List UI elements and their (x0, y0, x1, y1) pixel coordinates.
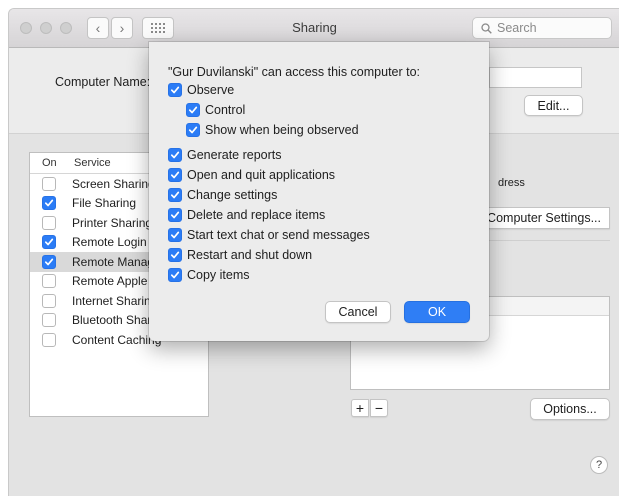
service-checkbox[interactable] (42, 176, 56, 191)
permission-label: Open and quit applications (187, 168, 336, 182)
computer-name-label: Computer Name: (55, 75, 151, 89)
permission-label: Copy items (187, 268, 250, 282)
permission-label: Delete and replace items (187, 208, 326, 222)
service-checkbox[interactable] (42, 332, 56, 347)
permission-checkbox[interactable] (168, 188, 182, 202)
column-header-service: Service (74, 157, 111, 169)
service-checkbox[interactable] (42, 293, 56, 308)
permission-checkbox[interactable] (186, 123, 200, 137)
permission-label: Observe (187, 83, 235, 97)
permission-option[interactable]: Delete and replace items (168, 208, 325, 222)
permission-option[interactable]: Restart and shut down (168, 248, 312, 262)
permission-option[interactable]: Control (186, 103, 245, 117)
computer-settings-button[interactable]: Computer Settings... (477, 207, 610, 229)
permission-option[interactable]: Copy items (168, 268, 250, 282)
service-checkbox[interactable] (42, 235, 56, 250)
service-label: Internet Sharing (72, 293, 158, 308)
search-field[interactable]: Search (472, 17, 612, 39)
permission-checkbox[interactable] (168, 83, 182, 97)
permission-checkbox[interactable] (168, 268, 182, 282)
service-label: File Sharing (72, 196, 137, 211)
permission-label: Restart and shut down (187, 248, 313, 262)
permission-checkbox[interactable] (168, 148, 182, 162)
permission-option[interactable]: Observe (168, 83, 234, 97)
cancel-button[interactable]: Cancel (325, 301, 391, 323)
permission-checkbox[interactable] (168, 208, 182, 222)
permission-option[interactable]: Show when being observed (186, 123, 359, 137)
permission-label: Show when being observed (205, 123, 359, 137)
remove-user-button[interactable]: − (370, 399, 388, 417)
sheet-heading: "Gur Duvilanski" can access this compute… (168, 65, 421, 79)
permission-label: Change settings (187, 188, 278, 202)
options-button[interactable]: Options... (530, 398, 610, 420)
search-icon (481, 22, 492, 34)
service-checkbox[interactable] (42, 313, 56, 328)
service-label: Content Caching (72, 332, 162, 347)
service-checkbox[interactable] (42, 196, 56, 211)
address-text: dress (498, 177, 525, 189)
permission-option[interactable]: Open and quit applications (168, 168, 335, 182)
computer-name-field[interactable] (489, 67, 582, 88)
service-checkbox[interactable] (42, 274, 56, 289)
permission-label: Generate reports (187, 148, 282, 162)
permission-checkbox[interactable] (168, 248, 182, 262)
help-button[interactable]: ? (590, 456, 608, 474)
service-checkbox[interactable] (42, 254, 56, 269)
permission-option[interactable]: Start text chat or send messages (168, 228, 370, 242)
panel-divider (477, 240, 610, 241)
edit-button[interactable]: Edit... (524, 95, 583, 116)
service-label: Remote Login (72, 235, 147, 250)
permission-checkbox[interactable] (186, 103, 200, 117)
permission-option[interactable]: Change settings (168, 188, 277, 202)
service-label: Printer Sharing (72, 215, 153, 230)
remote-management-sheet: "Gur Duvilanski" can access this compute… (149, 42, 489, 341)
permission-label: Start text chat or send messages (187, 228, 370, 242)
add-user-button[interactable]: + (351, 399, 369, 417)
permission-checkbox[interactable] (168, 168, 182, 182)
column-header-on: On (42, 157, 57, 169)
permission-option[interactable]: Generate reports (168, 148, 282, 162)
service-label: Screen Sharing (72, 176, 155, 191)
ok-button[interactable]: OK (404, 301, 470, 323)
permission-checkbox[interactable] (168, 228, 182, 242)
search-placeholder: Search (497, 21, 537, 35)
permission-label: Control (205, 103, 246, 117)
service-checkbox[interactable] (42, 215, 56, 230)
